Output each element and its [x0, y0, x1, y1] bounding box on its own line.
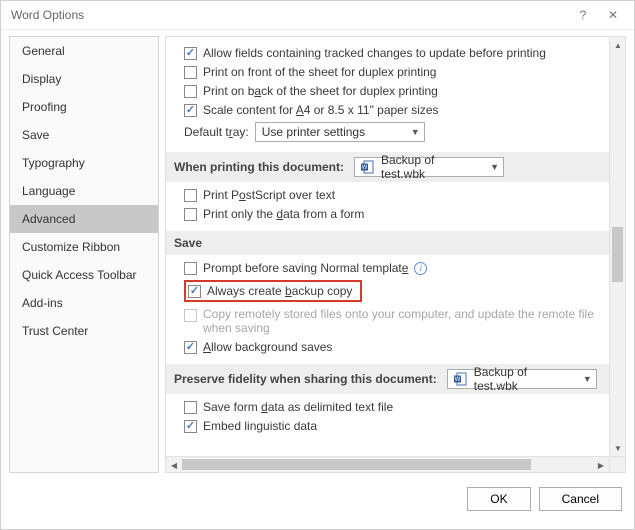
scroll-thumb[interactable]: [612, 227, 623, 282]
sidebar-item-advanced[interactable]: Advanced: [10, 205, 158, 233]
dropdown-value: Backup of test.wbk: [381, 153, 478, 181]
scroll-track[interactable]: [610, 53, 625, 440]
vertical-scrollbar[interactable]: ▲ ▼: [609, 37, 625, 456]
sidebar-item-typography[interactable]: Typography: [10, 149, 158, 177]
svg-text:W: W: [362, 165, 368, 171]
option-label: Copy remotely stored files onto your com…: [203, 307, 598, 335]
scroll-track[interactable]: [182, 457, 593, 472]
horizontal-scrollbar[interactable]: ◀ ▶: [166, 456, 609, 472]
info-icon[interactable]: i: [414, 262, 427, 275]
word-doc-icon: W: [454, 372, 468, 386]
scroll-corner: [609, 456, 625, 472]
default-tray-row: Default tray: Use printer settings ▼: [184, 122, 599, 142]
option-backup-copy-row: Always create backup copy: [184, 280, 599, 302]
checkbox-icon[interactable]: [184, 420, 197, 433]
section-preserve-fidelity: Preserve fidelity when sharing this docu…: [166, 364, 609, 394]
chevron-down-icon: ▼: [583, 374, 592, 384]
option-label: Allow fields containing tracked changes …: [203, 46, 546, 60]
content-pane: Allow fields containing tracked changes …: [165, 36, 626, 473]
section-label: Save: [174, 236, 202, 250]
sidebar-item-quick-access[interactable]: Quick Access Toolbar: [10, 261, 158, 289]
option-label: Scale content for A4 or 8.5 x 11" paper …: [203, 103, 439, 117]
option-print-data-only[interactable]: Print only the data from a form: [184, 207, 599, 221]
option-label: Print only the data from a form: [203, 207, 364, 221]
option-label: Save form data as delimited text file: [203, 400, 393, 414]
checkbox-icon[interactable]: [184, 341, 197, 354]
option-label: Print PostScript over text: [203, 188, 335, 202]
sidebar-item-general[interactable]: General: [10, 37, 158, 65]
highlight-box: Always create backup copy: [184, 280, 362, 302]
scroll-thumb[interactable]: [182, 459, 531, 470]
dialog-footer: OK Cancel: [1, 479, 634, 519]
checkbox-icon[interactable]: [184, 66, 197, 79]
sidebar-item-trust-center[interactable]: Trust Center: [10, 317, 158, 345]
checkbox-icon[interactable]: [184, 104, 197, 117]
fidelity-document-dropdown[interactable]: W Backup of test.wbk ▼: [447, 369, 597, 389]
section-label: Preserve fidelity when sharing this docu…: [174, 372, 437, 386]
option-label: Print on front of the sheet for duplex p…: [203, 65, 436, 79]
option-label: Prompt before saving Normal template: [203, 261, 408, 275]
dialog-body: General Display Proofing Save Typography…: [1, 29, 634, 479]
help-button[interactable]: ?: [568, 4, 598, 26]
svg-text:W: W: [454, 377, 460, 383]
option-label: Allow background saves: [203, 340, 332, 354]
option-form-delimited[interactable]: Save form data as delimited text file: [184, 400, 599, 414]
dropdown-value: Use printer settings: [262, 125, 365, 139]
option-prompt-normal[interactable]: Prompt before saving Normal template i: [184, 261, 599, 275]
section-save: Save: [166, 231, 609, 255]
option-allow-fields[interactable]: Allow fields containing tracked changes …: [184, 46, 599, 60]
sidebar-item-proofing[interactable]: Proofing: [10, 93, 158, 121]
scroll-left-icon[interactable]: ◀: [166, 457, 182, 473]
option-label: Print on back of the sheet for duplex pr…: [203, 84, 438, 98]
sidebar-item-customize-ribbon[interactable]: Customize Ribbon: [10, 233, 158, 261]
chevron-down-icon: ▼: [490, 162, 499, 172]
chevron-down-icon: ▼: [411, 127, 420, 137]
sidebar-item-save[interactable]: Save: [10, 121, 158, 149]
word-doc-icon: W: [361, 160, 375, 174]
window-title: Word Options: [11, 8, 568, 22]
checkbox-icon[interactable]: [184, 208, 197, 221]
option-embed-linguistic[interactable]: Embed linguistic data: [184, 419, 599, 433]
section-label: When printing this document:: [174, 160, 344, 174]
option-postscript[interactable]: Print PostScript over text: [184, 188, 599, 202]
option-copy-remote: Copy remotely stored files onto your com…: [184, 307, 599, 335]
sidebar-item-addins[interactable]: Add-ins: [10, 289, 158, 317]
checkbox-icon[interactable]: [184, 47, 197, 60]
default-tray-label: Default tray:: [184, 125, 249, 139]
sidebar-item-display[interactable]: Display: [10, 65, 158, 93]
checkbox-icon[interactable]: [184, 262, 197, 275]
checkbox-icon[interactable]: [184, 85, 197, 98]
option-scale-a4[interactable]: Scale content for A4 or 8.5 x 11" paper …: [184, 103, 599, 117]
scroll-down-icon[interactable]: ▼: [610, 440, 626, 456]
section-printing-document: When printing this document: W Backup of…: [166, 152, 609, 182]
option-label: Embed linguistic data: [203, 419, 317, 433]
checkbox-icon: [184, 309, 197, 322]
dropdown-value: Backup of test.wbk: [474, 365, 571, 393]
sidebar: General Display Proofing Save Typography…: [9, 36, 159, 473]
sidebar-item-language[interactable]: Language: [10, 177, 158, 205]
option-background-saves[interactable]: Allow background saves: [184, 340, 599, 354]
option-print-back[interactable]: Print on back of the sheet for duplex pr…: [184, 84, 599, 98]
scroll-up-icon[interactable]: ▲: [610, 37, 626, 53]
content-scroll-area: Allow fields containing tracked changes …: [166, 37, 609, 456]
close-button[interactable]: ✕: [598, 4, 628, 26]
titlebar: Word Options ? ✕: [1, 1, 634, 29]
option-print-front[interactable]: Print on front of the sheet for duplex p…: [184, 65, 599, 79]
option-label: Always create backup copy: [207, 284, 352, 298]
checkbox-icon[interactable]: [188, 285, 201, 298]
printing-document-dropdown[interactable]: W Backup of test.wbk ▼: [354, 157, 504, 177]
scroll-right-icon[interactable]: ▶: [593, 457, 609, 473]
checkbox-icon[interactable]: [184, 189, 197, 202]
default-tray-dropdown[interactable]: Use printer settings ▼: [255, 122, 425, 142]
checkbox-icon[interactable]: [184, 401, 197, 414]
cancel-button[interactable]: Cancel: [539, 487, 622, 511]
ok-button[interactable]: OK: [467, 487, 530, 511]
